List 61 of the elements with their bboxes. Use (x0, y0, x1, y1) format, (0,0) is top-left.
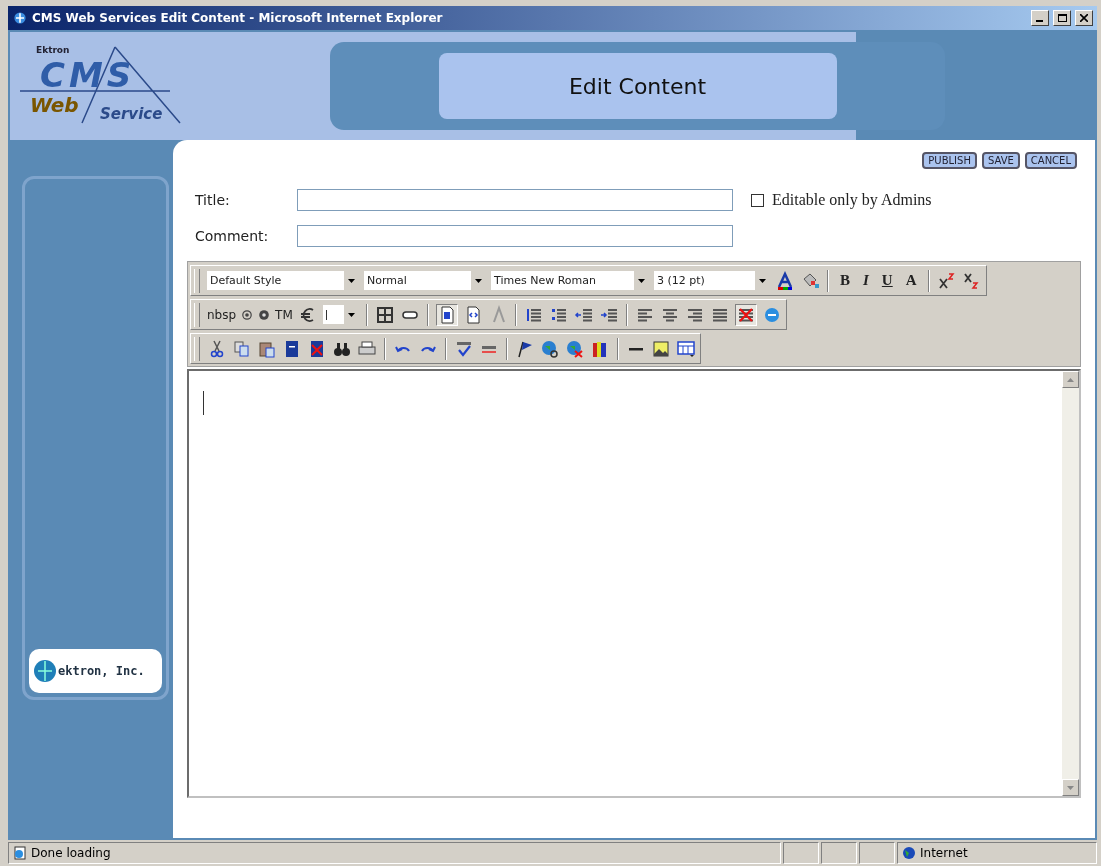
dropdown-arrow-icon[interactable] (638, 278, 645, 283)
status-pane (821, 842, 857, 864)
page-title: Edit Content (568, 73, 707, 99)
logo-web: Web (30, 93, 79, 117)
character-select[interactable] (322, 305, 359, 324)
checkbox-label: Editable only by Admins (772, 191, 932, 209)
insert-table-icon[interactable] (676, 338, 696, 359)
dropdown-select[interactable]: 3 (12 pt) (654, 271, 770, 290)
comment-field[interactable] (297, 225, 733, 247)
close-icon (1080, 14, 1088, 22)
maximize-button[interactable] (1053, 10, 1071, 26)
image-icon[interactable] (651, 338, 671, 359)
action-button[interactable]: PUBLISH (922, 152, 977, 169)
title-field[interactable] (297, 189, 733, 211)
trademark-button[interactable]: TM (275, 307, 293, 322)
superscript-icon[interactable] (936, 270, 957, 291)
down-arrow-icon (1067, 785, 1074, 790)
globe-logo-icon (33, 659, 57, 683)
scrollbar[interactable] (1062, 371, 1079, 796)
text-cursor (203, 391, 204, 415)
status-message: Done loading (31, 846, 111, 860)
action-button[interactable]: SAVE (981, 152, 1020, 169)
scroll-down-button[interactable] (1062, 779, 1079, 796)
copyright-icon[interactable] (241, 308, 254, 321)
dropdown-select[interactable]: Times New Roman (491, 271, 649, 290)
logo-service: Service (100, 105, 163, 123)
window-title: CMS Web Services Edit Content - Microsoft Internet Explorer (32, 11, 444, 25)
format-button[interactable]: U (877, 272, 897, 289)
dropdown-select[interactable]: Normal (364, 271, 486, 290)
format-button[interactable]: A (901, 272, 921, 289)
page-icon (13, 846, 27, 860)
dropdown-arrow-icon[interactable] (475, 278, 482, 283)
dropdown-arrow-icon[interactable] (348, 278, 355, 283)
format-button[interactable]: B (836, 272, 854, 289)
checkbox[interactable] (751, 193, 764, 207)
globe-icon[interactable] (540, 338, 560, 359)
dropdown-select[interactable]: Default Style (207, 271, 359, 290)
status-pane (859, 842, 895, 864)
dropdown-arrow-icon[interactable] (347, 312, 355, 317)
field-label: Title: (195, 192, 231, 208)
status-pane (783, 842, 819, 864)
browser-icon[interactable] (12, 10, 28, 26)
minimize-button[interactable] (1031, 10, 1049, 26)
dropdown-arrow-icon[interactable] (759, 278, 766, 283)
registered-icon[interactable] (258, 308, 271, 321)
zone-label: Internet (920, 846, 968, 860)
company-name: ektron, Inc. (58, 664, 145, 678)
logo-vendor: Ektron (36, 45, 70, 55)
maximize-icon (1057, 14, 1067, 22)
globe-icon (902, 846, 916, 860)
close-button[interactable] (1075, 10, 1093, 26)
globe-unlink-icon[interactable] (565, 338, 585, 359)
copy-icon[interactable] (232, 338, 252, 359)
action-button[interactable]: CANCEL (1024, 152, 1077, 169)
font-color-icon[interactable] (775, 270, 795, 291)
nbsp-button[interactable]: nbsp (207, 307, 237, 322)
scroll-up-button[interactable] (1062, 371, 1079, 388)
format-button[interactable]: I (859, 272, 873, 289)
up-arrow-icon (1067, 377, 1074, 382)
field-label: Comment: (195, 228, 270, 244)
table-icon[interactable] (374, 304, 395, 325)
